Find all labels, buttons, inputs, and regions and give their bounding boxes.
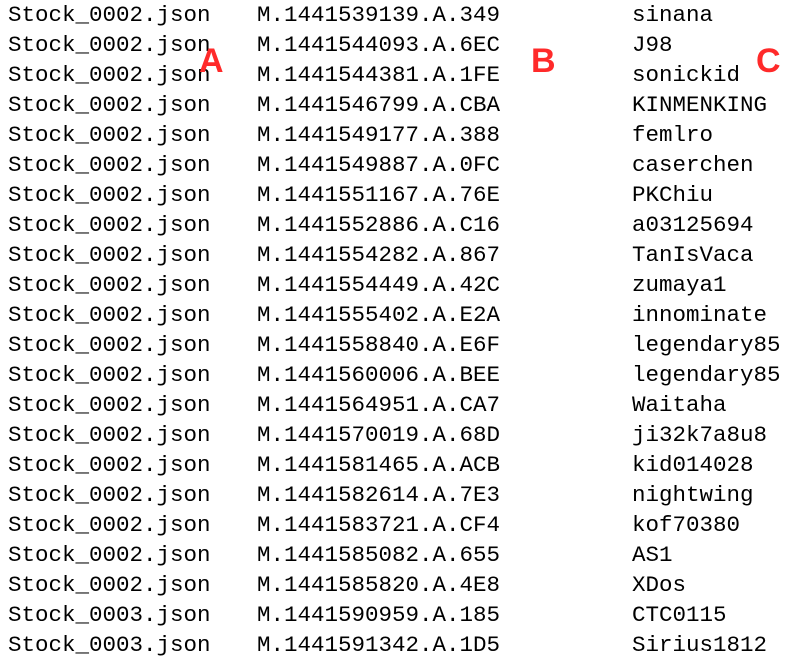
user-name: legendary85 xyxy=(632,362,781,388)
message-id: M.1441554282.A.867 xyxy=(257,242,501,268)
list-row: Stock_0002.json M.1441585820.A.4E8 XDos xyxy=(0,570,800,600)
user-name: kof70380 xyxy=(632,512,741,538)
list-row: Stock_0003.json M.1441591342.A.1D5 Sirius1… xyxy=(0,630,800,660)
file-name: Stock_0002.json xyxy=(8,482,211,508)
user-name: sinana xyxy=(632,2,714,28)
user-name: ji32k7a8u8 xyxy=(632,422,768,448)
file-name: Stock_0002.json xyxy=(8,332,211,358)
file-name: Stock_0002.json xyxy=(8,92,211,118)
file-name: Stock_0002.json xyxy=(8,32,211,58)
message-id: M.1441552886.A.C16 xyxy=(257,212,501,238)
list-row: Stock_0002.json M.1441551167.A.76E PKChiu xyxy=(0,180,800,210)
list-row: Stock_0002.json M.1441552886.A.C16 a031256… xyxy=(0,210,800,240)
message-id: M.1441585820.A.4E8 xyxy=(257,572,501,598)
message-id: M.1441546799.A.CBA xyxy=(257,92,501,118)
file-name: Stock_0002.json xyxy=(8,542,211,568)
user-name: femlro xyxy=(632,122,714,148)
message-id: M.1441539139.A.349 xyxy=(257,2,501,28)
list-row: Stock_0002.json M.1441546799.A.CBA KINMENK… xyxy=(0,90,800,120)
message-id: M.1441590959.A.185 xyxy=(257,602,501,628)
file-name: Stock_0003.json xyxy=(8,632,211,658)
user-name: Sirius1812 xyxy=(632,632,768,658)
column-marker-a: A xyxy=(199,42,224,80)
user-name: XDos xyxy=(632,572,687,598)
file-name: Stock_0002.json xyxy=(8,272,211,298)
file-name: Stock_0002.json xyxy=(8,62,211,88)
message-id: M.1441564951.A.CA7 xyxy=(257,392,501,418)
file-name: Stock_0002.json xyxy=(8,2,211,28)
list-row: Stock_0002.json M.1441558840.A.E6F legenda… xyxy=(0,330,800,360)
record-listing: Stock_0002.json M.1441539139.A.349 sinana S… xyxy=(0,0,800,664)
list-row: Stock_0002.json M.1441539139.A.349 sinana xyxy=(0,0,800,30)
list-row: Stock_0002.json M.1441549887.A.0FC caserch… xyxy=(0,150,800,180)
file-name: Stock_0002.json xyxy=(8,512,211,538)
message-id: M.1441583721.A.CF4 xyxy=(257,512,501,538)
list-row: Stock_0002.json M.1441554282.A.867 TanIsVa… xyxy=(0,240,800,270)
message-id: M.1441549177.A.388 xyxy=(257,122,501,148)
list-row: Stock_0002.json M.1441564951.A.CA7 Waitaha xyxy=(0,390,800,420)
message-id: M.1441544093.A.6EC xyxy=(257,32,501,58)
user-name: PKChiu xyxy=(632,182,714,208)
message-id: M.1441570019.A.68D xyxy=(257,422,501,448)
message-id: M.1441555402.A.E2A xyxy=(257,302,501,328)
column-marker-b: B xyxy=(531,42,556,80)
file-name: Stock_0002.json xyxy=(8,122,211,148)
file-name: Stock_0002.json xyxy=(8,182,211,208)
user-name: CTC0115 xyxy=(632,602,727,628)
file-name: Stock_0002.json xyxy=(8,242,211,268)
user-name: AS1 xyxy=(632,542,673,568)
message-id: M.1441544381.A.1FE xyxy=(257,62,501,88)
user-name: a03125694 xyxy=(632,212,754,238)
user-name: TanIsVaca xyxy=(632,242,754,268)
list-row: Stock_0002.json M.1441582614.A.7E3 nightwi… xyxy=(0,480,800,510)
message-id: M.1441558840.A.E6F xyxy=(257,332,501,358)
list-row: Stock_0002.json M.1441560006.A.BEE legenda… xyxy=(0,360,800,390)
file-name: Stock_0002.json xyxy=(8,572,211,598)
file-name: Stock_0002.json xyxy=(8,362,211,388)
user-name: zumaya1 xyxy=(632,272,727,298)
user-name: innominate xyxy=(632,302,768,328)
list-row: Stock_0002.json M.1441549177.A.388 femlro xyxy=(0,120,800,150)
user-name: kid014028 xyxy=(632,452,754,478)
file-name: Stock_0002.json xyxy=(8,392,211,418)
message-id: M.1441554449.A.42C xyxy=(257,272,501,298)
user-name: Waitaha xyxy=(632,392,727,418)
message-id: M.1441551167.A.76E xyxy=(257,182,501,208)
message-id: M.1441582614.A.7E3 xyxy=(257,482,501,508)
message-id: M.1441560006.A.BEE xyxy=(257,362,501,388)
user-name: sonickid xyxy=(632,62,741,88)
file-name: Stock_0002.json xyxy=(8,452,211,478)
file-name: Stock_0002.json xyxy=(8,212,211,238)
user-name: legendary85 xyxy=(632,332,781,358)
user-name: nightwing xyxy=(632,482,754,508)
user-name: caserchen xyxy=(632,152,754,178)
file-name: Stock_0003.json xyxy=(8,602,211,628)
list-row: Stock_0002.json M.1441583721.A.CF4 kof7038… xyxy=(0,510,800,540)
message-id: M.1441585082.A.655 xyxy=(257,542,501,568)
message-id: M.1441549887.A.0FC xyxy=(257,152,501,178)
message-id: M.1441581465.A.ACB xyxy=(257,452,501,478)
list-row: Stock_0002.json M.1441544381.A.1FE sonicki… xyxy=(0,60,800,90)
message-id: M.1441591342.A.1D5 xyxy=(257,632,501,658)
list-row: Stock_0002.json M.1441554449.A.42C zumaya1 xyxy=(0,270,800,300)
file-name: Stock_0002.json xyxy=(8,152,211,178)
list-row: Stock_0002.json M.1441581465.A.ACB kid0140… xyxy=(0,450,800,480)
file-name: Stock_0002.json xyxy=(8,302,211,328)
column-marker-c: C xyxy=(756,42,781,80)
list-row: Stock_0002.json M.1441570019.A.68D ji32k7a… xyxy=(0,420,800,450)
list-row: Stock_0002.json M.1441544093.A.6EC J98 xyxy=(0,30,800,60)
list-row: Stock_0002.json M.1441555402.A.E2A innomin… xyxy=(0,300,800,330)
file-name: Stock_0002.json xyxy=(8,422,211,448)
list-row: Stock_0003.json M.1441590959.A.185 CTC0115 xyxy=(0,600,800,630)
list-row: Stock_0002.json M.1441585082.A.655 AS1 xyxy=(0,540,800,570)
user-name: KINMENKING xyxy=(632,92,768,118)
user-name: J98 xyxy=(632,32,673,58)
